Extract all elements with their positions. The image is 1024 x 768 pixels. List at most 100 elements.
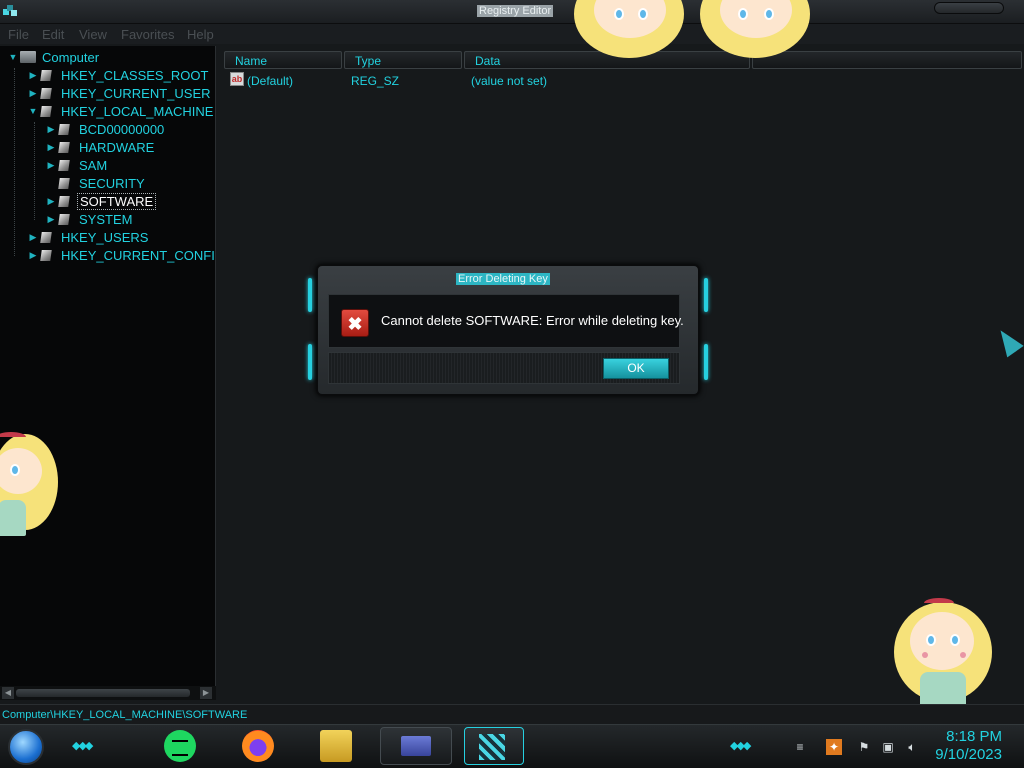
chevron-decoration-icon: ◆◆◆	[72, 740, 93, 752]
sticker-horns	[0, 432, 26, 442]
menu-view[interactable]: View	[79, 27, 107, 42]
registry-editor-icon	[479, 734, 505, 760]
network-icon[interactable]: ▣	[880, 739, 896, 755]
folder-icon	[58, 141, 72, 154]
window-title: Registry Editor	[477, 5, 554, 17]
dialog-title: Error Deleting Key	[456, 273, 550, 285]
tree-item-hkey-classes-root[interactable]: ▶ HKEY_CLASSES_ROOT	[26, 66, 210, 84]
expand-icon[interactable]: ▶	[44, 140, 58, 154]
menu-favorites[interactable]: Favorites	[121, 27, 174, 42]
sticker-face	[910, 612, 974, 670]
folder-icon	[40, 105, 54, 118]
tree-item-hkey-current-user[interactable]: ▶ HKEY_CURRENT_USER	[26, 84, 213, 102]
folder-icon	[40, 249, 54, 262]
string-value-icon: ab	[230, 72, 244, 86]
folder-icon	[40, 231, 54, 244]
sticker-dress	[0, 500, 26, 536]
expand-icon[interactable]: ▶	[26, 86, 40, 100]
tree-item-bcd[interactable]: ▶ BCD00000000	[44, 120, 166, 138]
expand-icon[interactable]: ▶	[44, 158, 58, 172]
sticker-eye	[10, 464, 20, 476]
tree-item-label: SOFTWARE	[77, 192, 157, 210]
tree-item-label: HKEY_LOCAL_MACHINE	[61, 103, 214, 119]
system-clock[interactable]: 8:18 PM 9/10/2023	[935, 728, 1002, 764]
neon-accent	[704, 344, 708, 380]
tree-item-hkey-local-machine[interactable]: ▼ HKEY_LOCAL_MACHINE	[26, 102, 215, 120]
tree-item-sam[interactable]: ▶ SAM	[44, 156, 109, 174]
expand-icon[interactable]: ▶	[44, 122, 58, 136]
ok-button[interactable]: OK	[603, 358, 669, 379]
clock-time: 8:18 PM	[946, 728, 1002, 745]
star-butterfly-sticker	[0, 430, 62, 550]
column-header-type[interactable]: Type	[344, 51, 462, 69]
sticker-eye	[614, 8, 624, 20]
registry-tree[interactable]: ▼ Computer ▶ HKEY_CLASSES_ROOT ▶ HKEY_CU…	[0, 46, 216, 686]
computer-icon	[20, 51, 36, 63]
collapse-icon[interactable]: ▼	[26, 104, 40, 118]
expand-icon[interactable]: ▶	[44, 194, 58, 208]
taskbar-app-control-panel[interactable]	[380, 727, 452, 765]
folder-icon	[58, 123, 72, 136]
status-bar: Computer\HKEY_LOCAL_MACHINE\SOFTWARE	[0, 704, 1024, 724]
menu-edit[interactable]: Edit	[42, 27, 64, 42]
start-button[interactable]	[8, 729, 44, 765]
scroll-left-arrow[interactable]: ◀	[2, 687, 14, 699]
expand-icon[interactable]: ▶	[44, 212, 58, 226]
tree-item-hkey-users[interactable]: ▶ HKEY_USERS	[26, 228, 150, 246]
folder-icon	[40, 69, 54, 82]
action-center-flag-icon[interactable]: ⚑	[856, 739, 872, 755]
tree-item-software[interactable]: ▶ SOFTWARE	[44, 192, 157, 210]
window-controls[interactable]	[934, 2, 1004, 14]
file-explorer-icon[interactable]	[320, 730, 352, 762]
tree-item-label: HKEY_CURRENT_USER	[61, 85, 211, 101]
list-item[interactable]: ab (Default) REG_SZ (value not set)	[224, 72, 1024, 90]
tree-item-label: BCD00000000	[79, 121, 165, 137]
sticker-eye	[926, 634, 936, 646]
star-butterfly-sticker-top	[574, 0, 814, 58]
expand-icon[interactable]: ▶	[26, 248, 40, 262]
tree-item-label: HARDWARE	[79, 139, 155, 155]
scrollbar-thumb[interactable]	[16, 689, 190, 697]
desktop: Registry Editor File Edit View Favorites…	[0, 0, 1024, 768]
expand-icon[interactable]: ▶	[26, 68, 40, 82]
collapse-icon[interactable]: ▼	[6, 50, 20, 64]
tree-item-security[interactable]: SECURITY	[44, 174, 147, 192]
tree-item-computer[interactable]: ▼ Computer	[6, 48, 101, 66]
spotify-icon[interactable]	[164, 730, 196, 762]
menu-help[interactable]: Help	[187, 27, 214, 42]
tree-guide-line	[34, 122, 35, 220]
sticker-eye	[950, 634, 960, 646]
neon-accent	[704, 278, 708, 312]
sticker-eye	[738, 8, 748, 20]
scroll-right-arrow[interactable]: ▶	[200, 687, 212, 699]
title-bar[interactable]: Registry Editor	[0, 0, 1024, 24]
clock-date: 9/10/2023	[935, 746, 1002, 763]
dialog-body: ✖ Cannot delete SOFTWARE: Error while de…	[328, 294, 684, 348]
expand-icon[interactable]: ▶	[26, 230, 40, 244]
folder-icon	[58, 159, 72, 172]
tree-item-label: HKEY_USERS	[61, 229, 149, 245]
tree-item-system[interactable]: ▶ SYSTEM	[44, 210, 134, 228]
error-icon: ✖	[341, 309, 369, 337]
show-hidden-icons-icon[interactable]: ≡	[792, 739, 808, 755]
column-header-name[interactable]: Name	[224, 51, 342, 69]
taskbar-app-registry-editor[interactable]	[464, 727, 524, 765]
menu-bar: File Edit View Favorites Help	[0, 24, 1024, 44]
chevron-decoration-icon: ◆◆◆	[730, 740, 751, 752]
firefox-icon[interactable]	[242, 730, 274, 762]
dialog-footer: OK	[328, 352, 680, 384]
menu-file[interactable]: File	[8, 27, 29, 42]
tray-app-icon[interactable]: ✦	[826, 739, 842, 755]
tree-horizontal-scrollbar[interactable]: ◀ ▶	[0, 686, 216, 700]
folder-icon	[58, 195, 72, 208]
tree-item-hardware[interactable]: ▶ HARDWARE	[44, 138, 156, 156]
folder-icon	[58, 213, 72, 226]
control-panel-icon	[401, 736, 431, 756]
volume-icon[interactable]: 🔈︎	[904, 739, 920, 755]
tree-item-hkey-current-config[interactable]: ▶ HKEY_CURRENT_CONFI	[26, 246, 217, 264]
sticker-eye	[764, 8, 774, 20]
sticker-cheek	[960, 652, 966, 658]
taskbar: ◆◆◆ ◆◆◆ ≡ ✦ ⚑ ▣ 🔈︎ 8:18 PM 9/10/2023	[0, 724, 1024, 768]
key-path: Computer\HKEY_LOCAL_MACHINE\SOFTWARE	[2, 709, 248, 721]
